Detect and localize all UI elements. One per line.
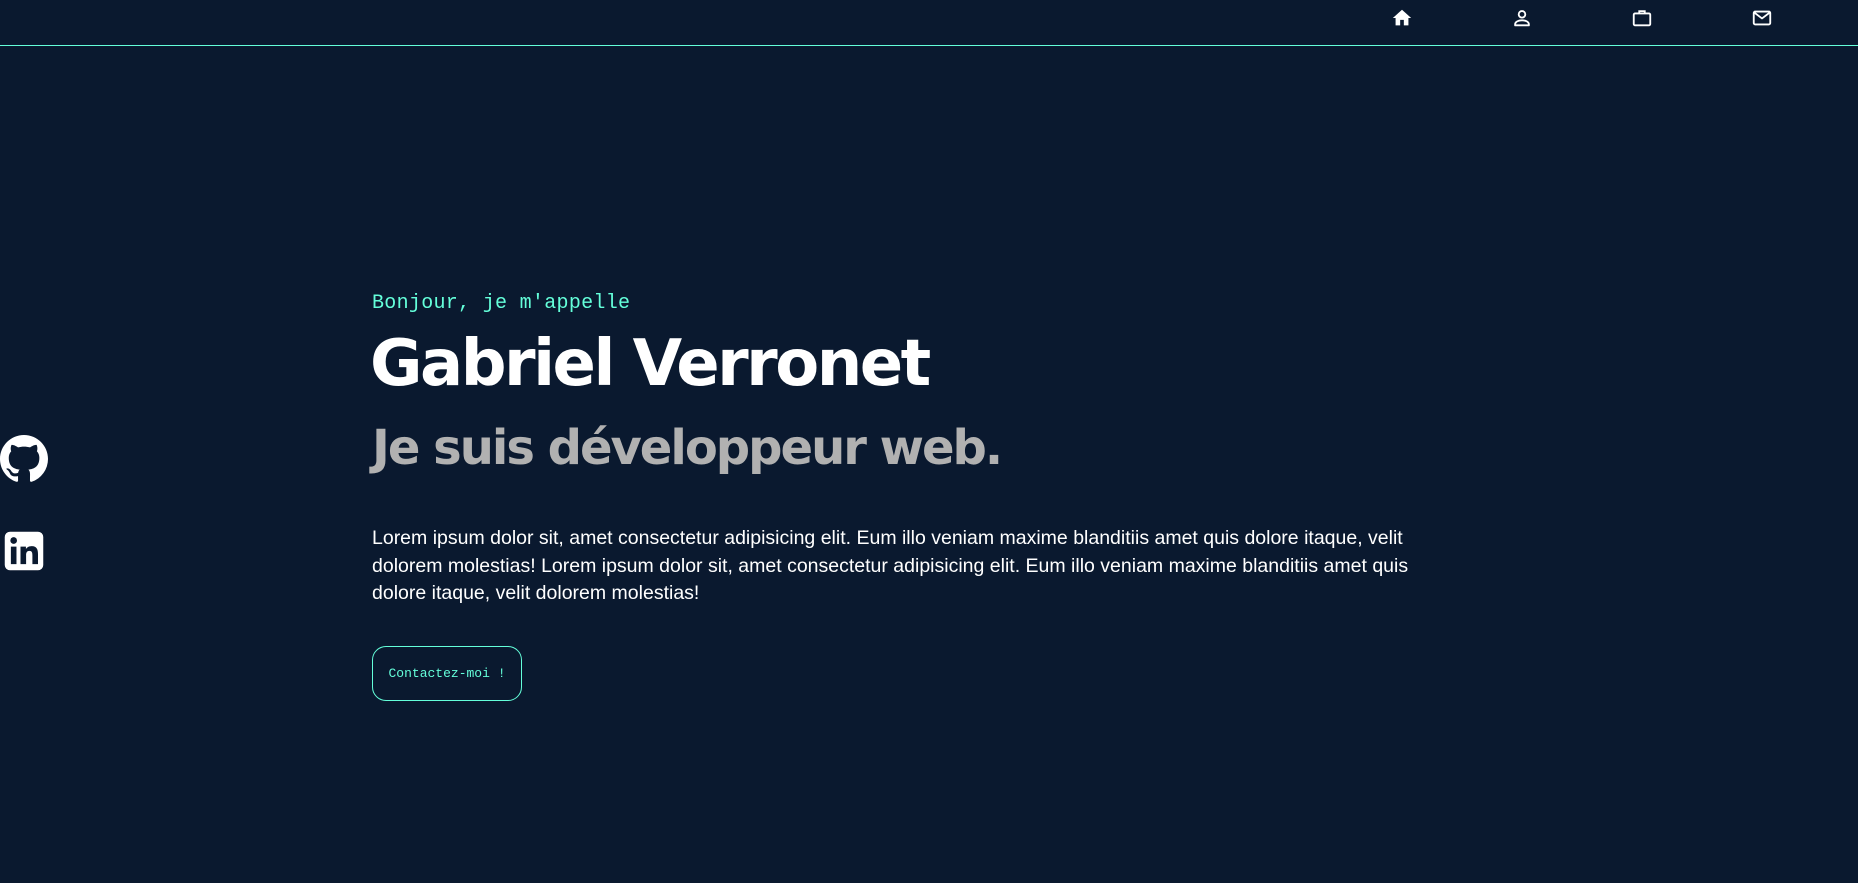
user-icon <box>1511 7 1533 29</box>
mail-icon <box>1751 7 1773 29</box>
hero-subtitle: Je suis développeur web. <box>372 420 1003 476</box>
top-navbar <box>0 0 1858 46</box>
linkedin-link[interactable] <box>0 527 48 575</box>
home-icon <box>1391 7 1413 29</box>
hero-description: Lorem ipsum dolor sit, amet consectetur … <box>372 527 1409 604</box>
nav-home-link[interactable] <box>1390 6 1414 30</box>
briefcase-icon <box>1631 7 1653 29</box>
nav-about-link[interactable] <box>1510 6 1534 30</box>
hero-name: Gabriel Verronet <box>370 327 931 401</box>
nav-contact-link[interactable] <box>1750 6 1774 30</box>
contact-button[interactable]: Contactez-moi ! <box>372 646 522 701</box>
linkedin-icon <box>3 530 45 572</box>
github-link[interactable] <box>0 435 48 483</box>
nav-projects-link[interactable] <box>1630 6 1654 30</box>
hero-greeting: Bonjour, je m'appelle <box>372 292 631 315</box>
github-icon <box>0 435 48 483</box>
